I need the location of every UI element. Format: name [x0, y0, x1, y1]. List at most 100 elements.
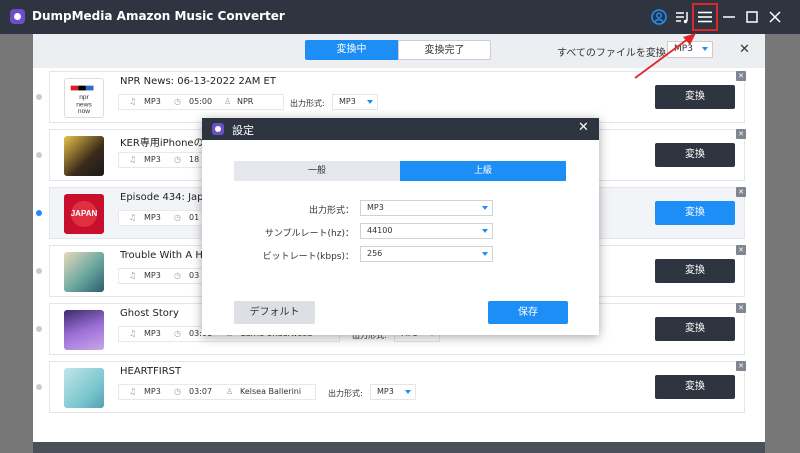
song-title: HEARTFIRST	[120, 366, 182, 377]
music-note-icon: ♫	[129, 271, 137, 280]
convert-button[interactable]: 変換	[655, 317, 735, 341]
remove-row-icon[interactable]: ✕	[736, 361, 746, 371]
chevron-down-icon	[367, 100, 373, 104]
svg-text:npr: npr	[79, 94, 89, 101]
panel-close-icon[interactable]: ✕	[739, 42, 750, 57]
sample-rate-value: 44100	[367, 226, 393, 235]
dialog-header: 設定 ✕	[202, 118, 599, 140]
song-format: MP3	[144, 271, 161, 280]
song-title: Trouble With A Hea	[120, 250, 216, 261]
row-select-dot[interactable]	[36, 210, 42, 216]
output-format-label: 出力形式:	[290, 99, 325, 108]
dialog-close-icon[interactable]: ✕	[578, 120, 589, 135]
output-format-select[interactable]: MP3	[332, 94, 378, 110]
chevron-down-icon	[482, 206, 488, 210]
album-art	[64, 252, 104, 292]
tab-general[interactable]: 一般	[234, 161, 400, 181]
bitrate-select[interactable]: 256	[360, 246, 493, 262]
album-art	[64, 136, 104, 176]
output-format-label: 出力形式:	[328, 389, 363, 398]
background-left	[0, 34, 33, 453]
save-button[interactable]: 保存	[488, 301, 568, 324]
close-icon[interactable]	[766, 8, 784, 26]
music-note-icon: ♫	[129, 329, 137, 338]
remove-row-icon[interactable]: ✕	[736, 71, 746, 81]
clock-icon: ◷	[174, 97, 181, 106]
tab-done[interactable]: 変換完了	[398, 40, 491, 60]
output-format-select[interactable]: MP3	[360, 200, 493, 216]
chevron-down-icon	[482, 252, 488, 256]
song-format: MP3	[144, 213, 161, 222]
chevron-down-icon	[405, 390, 411, 394]
default-button[interactable]: デフォルト	[234, 301, 315, 324]
song-meta: ♫ MP3 ◷ 03:07 ♙ Kelsea Ballerini	[118, 384, 316, 400]
convert-button[interactable]: 変換	[655, 85, 735, 109]
artist-icon: ♙	[224, 97, 232, 106]
npr-logo-icon: npr news now	[70, 85, 94, 115]
song-duration: 03	[189, 271, 200, 280]
song-title: KER専用iPhoneのク	[120, 138, 214, 149]
background-right	[765, 34, 800, 453]
row-select-dot[interactable]	[36, 268, 42, 274]
sample-rate-select[interactable]: 44100	[360, 223, 493, 239]
convert-button[interactable]: 変換	[655, 375, 735, 399]
clock-icon: ◷	[174, 271, 181, 280]
chevron-down-icon	[482, 229, 488, 233]
convert-button[interactable]: 変換	[655, 259, 735, 283]
bitrate-value: 256	[367, 249, 383, 258]
song-format: MP3	[144, 329, 161, 338]
song-duration: 03:07	[189, 387, 213, 396]
song-meta: ♫ MP3 ◷ 05:00 ♙ NPR	[118, 94, 284, 110]
song-format: MP3	[144, 387, 161, 396]
remove-row-icon[interactable]: ✕	[736, 303, 746, 313]
app-title: DumpMedia Amazon Music Converter	[32, 9, 285, 23]
output-format-select[interactable]: MP3	[370, 384, 416, 400]
svg-text:now: now	[78, 108, 90, 115]
song-duration: 01	[189, 213, 200, 222]
dialog-title: 設定	[232, 124, 254, 137]
album-art	[64, 310, 104, 350]
remove-row-icon[interactable]: ✕	[736, 245, 746, 255]
convert-button[interactable]: 変換	[655, 201, 735, 225]
annotation-arrow	[634, 33, 696, 79]
song-title: NPR News: 06-13-2022 2AM ET	[120, 76, 276, 87]
sample-rate-label: サンプルレート(hz)：	[264, 229, 354, 239]
clock-icon: ◷	[174, 213, 181, 222]
svg-text:JAPAN: JAPAN	[71, 209, 98, 218]
remove-row-icon[interactable]: ✕	[736, 129, 746, 139]
clock-icon: ◷	[174, 387, 181, 396]
output-format-value: MP3	[339, 97, 356, 106]
song-format: MP3	[144, 97, 161, 106]
maximize-icon[interactable]	[743, 8, 761, 26]
row-select-dot[interactable]	[36, 152, 42, 158]
settings-dialog: 設定 ✕ 一般 上級 出力形式： MP3 サンプルレート(hz)： 44100 …	[202, 118, 599, 335]
row-select-dot[interactable]	[36, 94, 42, 100]
music-note-icon: ♫	[129, 213, 137, 222]
minimize-icon[interactable]	[720, 8, 738, 26]
song-artist: NPR	[237, 97, 254, 106]
song-title: Ghost Story	[120, 308, 179, 319]
bottom-bar	[33, 442, 765, 453]
bitrate-label: ビットレート(kbps)：	[262, 252, 354, 262]
artist-icon: ♙	[226, 387, 234, 396]
app-logo-icon	[10, 9, 25, 24]
album-art: JAPAN	[64, 194, 104, 234]
tab-converting[interactable]: 変換中	[305, 40, 398, 60]
convert-button[interactable]: 変換	[655, 143, 735, 167]
song-duration: 05:00	[189, 97, 213, 106]
row-select-dot[interactable]	[36, 326, 42, 332]
app-logo-icon	[212, 123, 224, 135]
music-note-icon: ♫	[129, 155, 137, 164]
output-format-value: MP3	[367, 203, 384, 212]
output-format-label: 出力形式：	[308, 206, 354, 216]
song-format: MP3	[144, 155, 161, 164]
remove-row-icon[interactable]: ✕	[736, 187, 746, 197]
japan-logo-icon: JAPAN	[71, 201, 98, 227]
output-format-value: MP3	[377, 387, 394, 396]
song-artist: Kelsea Ballerini	[240, 387, 302, 396]
row-select-dot[interactable]	[36, 384, 42, 390]
tab-advanced[interactable]: 上級	[400, 161, 566, 181]
song-row[interactable]: HEARTFIRST ♫ MP3 ◷ 03:07 ♙ Kelsea Baller…	[36, 361, 746, 413]
album-art	[64, 368, 104, 408]
clock-icon: ◷	[174, 329, 181, 338]
